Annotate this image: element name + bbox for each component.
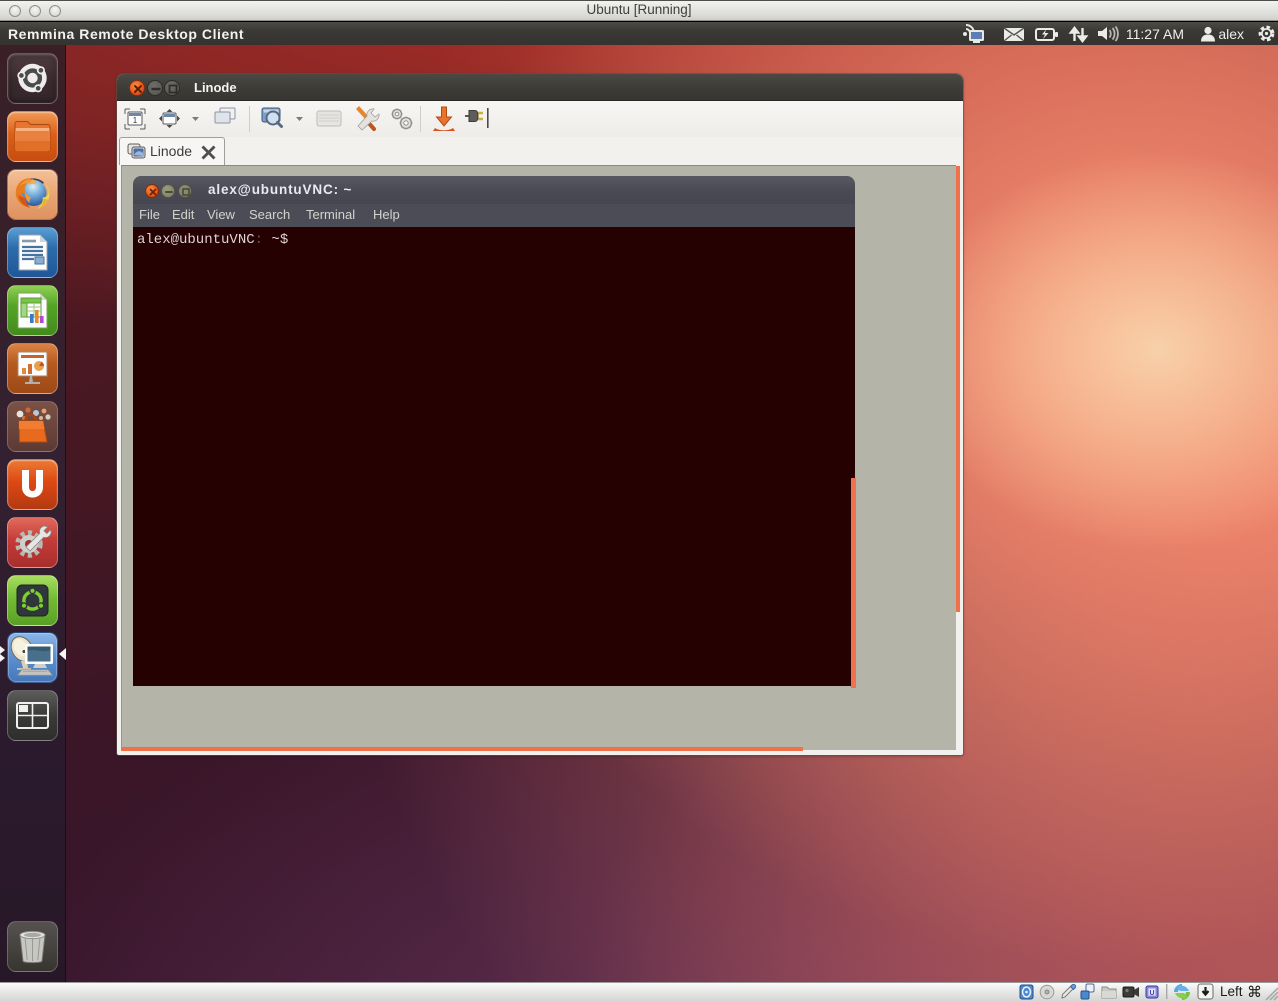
svg-text:⌘: ⌘ bbox=[1247, 984, 1262, 1001]
svg-text:U: U bbox=[1149, 990, 1154, 997]
svg-text:Left: Left bbox=[1220, 984, 1243, 999]
svg-text:1: 1 bbox=[133, 116, 138, 125]
